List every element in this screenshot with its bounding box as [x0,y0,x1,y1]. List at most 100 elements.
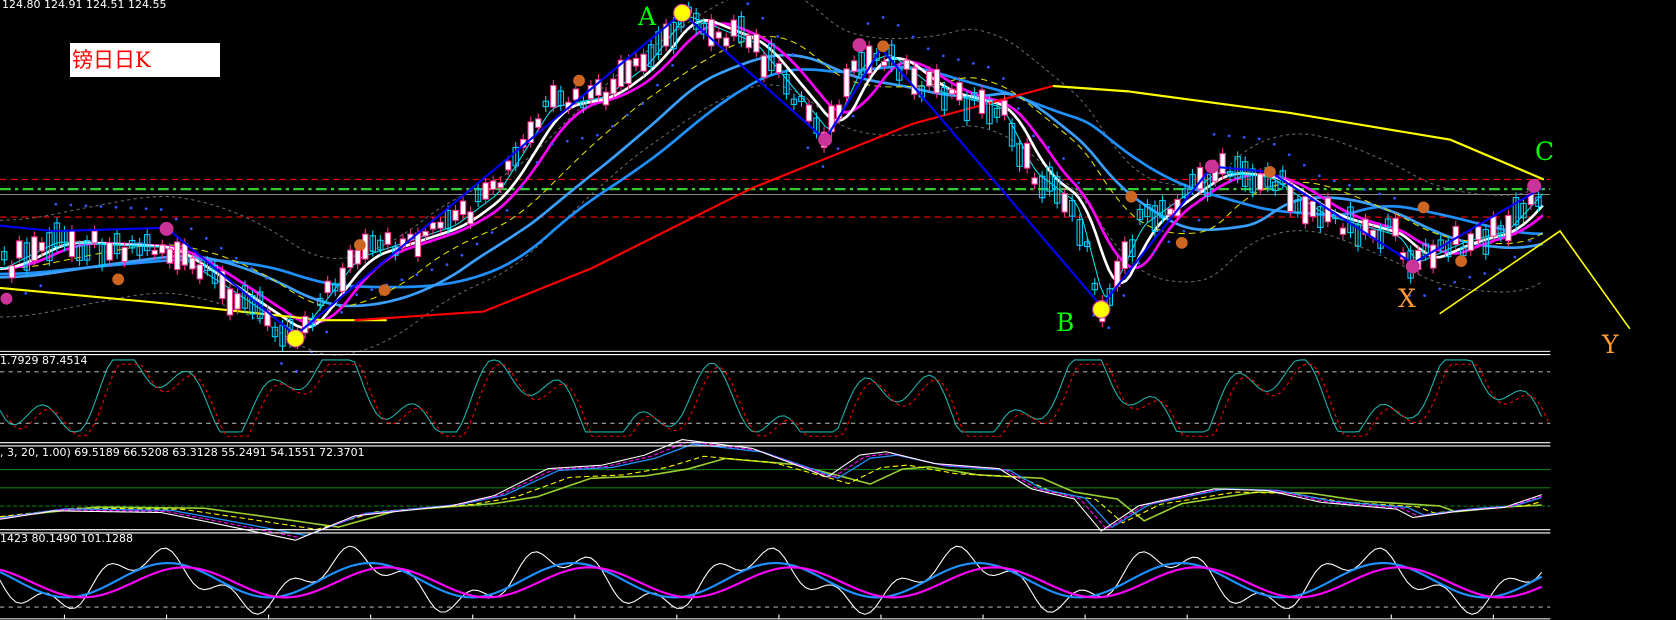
sar-dot [325,330,329,334]
sar-dot [355,293,359,297]
sar-dot [1107,326,1111,330]
sar-dot [866,22,870,25]
sar-dot [580,136,584,140]
sar-dot [1378,192,1381,196]
wave-label-a: A [638,2,657,31]
sar-dot [1077,181,1081,185]
sar-dot [565,139,569,143]
candle-body [1166,208,1174,216]
sar-dot [595,133,599,137]
sar-dot [1287,153,1291,157]
sar-dot [189,227,193,231]
candle-body [422,230,429,237]
sar-dot [475,242,479,246]
sar-dot [234,256,238,260]
candle-body [715,31,722,39]
sar-dot [911,35,915,39]
sar-dot [505,209,509,212]
sar-dot [806,146,810,150]
sar-dot [1393,196,1396,200]
sar-dot [84,204,88,208]
sar-dot [1317,174,1321,178]
sar-dot [1513,255,1517,259]
sar-dot [24,291,28,295]
sar-dot [370,288,374,292]
candle-body [926,70,933,87]
sar-dot [265,276,268,280]
sar-dot [1032,134,1035,138]
stoch-signal-line [5,363,1549,437]
candle-body [723,37,730,47]
sar-dot [144,207,148,211]
candle-body [775,62,783,74]
sar-dot [1483,272,1487,275]
stoch-main-line [0,359,1543,433]
wave-marker-icon [378,284,391,297]
sar-dot [896,23,900,27]
sar-dot [626,113,629,117]
panel-separators[interactable] [0,350,1551,620]
sar-dot [791,53,795,56]
candle-body [745,34,753,49]
chart-title-box: 镑日日K [70,43,220,77]
sar-dot [1167,240,1171,244]
sar-dot [1347,183,1351,187]
price-chart[interactable] [0,0,1676,620]
sar-dot [430,268,434,272]
sar-dot [340,310,344,314]
wave-marker-icon [112,273,125,286]
candle-body [535,118,542,128]
candle-body [16,240,23,259]
sar-dot [400,278,404,282]
candle-body [850,60,858,72]
candle-body [384,232,392,245]
sar-dot [671,64,674,67]
sar-dot [520,184,524,188]
sar-dot [746,2,750,6]
oscillator-panel[interactable] [0,545,1551,615]
candle-body [497,182,504,189]
wave-marker-icon [852,38,867,53]
candle-body [632,57,640,67]
sar-dot [1047,145,1050,149]
main-price-panel[interactable] [0,0,1631,373]
sar-dot [1182,229,1186,233]
candle-body [880,60,888,67]
sar-dot [1002,77,1005,80]
candle-body [730,19,738,37]
wave-marker-icon [1417,201,1430,214]
candle-body [903,59,910,70]
wave-label-y: Y [1602,330,1619,359]
candle-body [1467,233,1475,251]
wave-marker-icon [1175,236,1188,249]
wave-marker-icon [354,239,366,251]
candle-body [121,246,128,263]
ma-long-yellow-right [1052,84,1545,181]
osc-magenta-line [0,566,1543,599]
wave-label-x: X [1398,284,1416,313]
sar-dot [1227,134,1231,138]
sar-dot [836,147,840,151]
sar-dot [69,203,73,207]
candle-body [1392,217,1399,237]
sar-dot [415,273,419,277]
candle-body [504,160,512,171]
candle-body [1490,216,1497,237]
sar-dot [1122,294,1126,297]
candle-body [91,230,98,244]
wave-label-c: C [1535,137,1555,166]
candle-body [38,241,46,252]
stochastic-panel[interactable] [0,359,1551,437]
candle-body [1505,215,1512,242]
sar-dot [490,231,494,235]
sar-dot [1302,163,1306,167]
oscillator-values: 1423 80.1490 101.1288 [0,532,133,545]
candle-body [339,267,346,293]
candle-body [8,265,16,279]
sar-dot [926,47,930,51]
sar-dot [610,124,614,128]
sar-dot [1453,280,1457,284]
candle-body [1023,142,1031,169]
sar-dot [1332,179,1336,183]
sar-dot [1423,294,1426,298]
